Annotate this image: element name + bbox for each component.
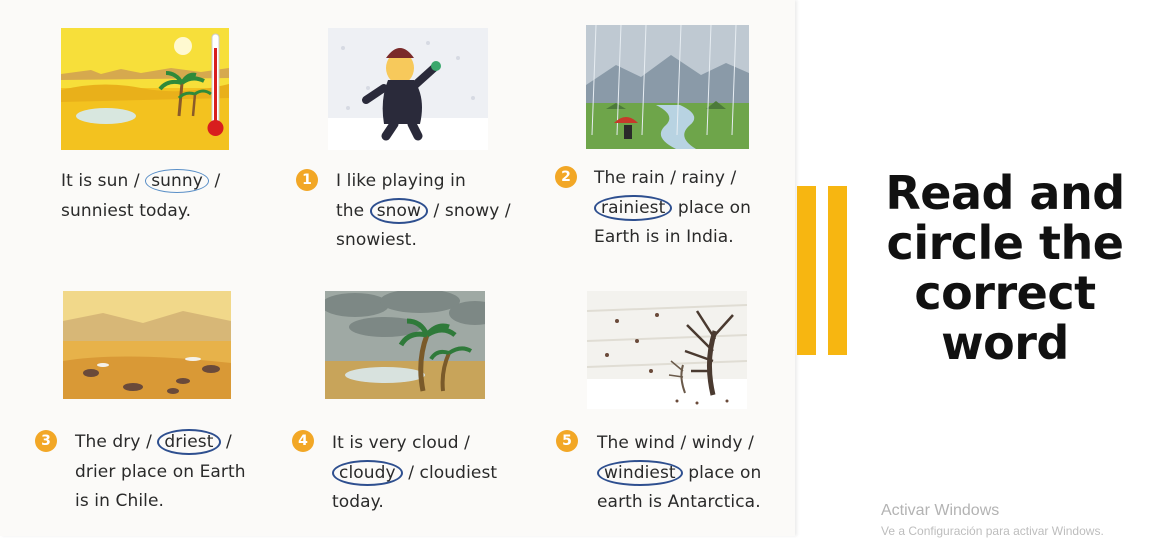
instruction-title: Read and circle the correct word [880,168,1130,368]
sentence-text: It is very cloud / [332,433,471,453]
child-in-snow-illustration [328,28,488,150]
sentence-text: the [336,200,370,221]
title-line: circle the [886,216,1124,270]
rainy-valley-illustration [586,25,749,149]
circled-answer[interactable]: windiest [597,459,683,486]
circled-answer[interactable]: cloudy [332,459,403,486]
sentence-text: Earth is in India. [594,227,734,247]
sentence-text: place on [672,197,752,218]
sunny-desert-illustration [61,28,229,150]
sentence-text: The wind / windy / [597,433,754,453]
sentence-text: / snowy / [428,200,511,221]
windy-tree-illustration [587,291,747,409]
circled-answer[interactable]: driest [157,429,221,455]
title-line: correct [914,266,1096,320]
worksheet-page: It is sun / sunny / sunniest today. 1 I … [0,0,795,536]
sentence-5: The wind / windy / windiest place on ear… [597,429,761,518]
sentence-text: sunniest today. [61,200,192,221]
sentence-text: snowiest. [336,230,417,250]
sentence-text: I like playing in [336,171,466,191]
sentence-4: It is very cloud / cloudy / cloudiest to… [332,429,497,518]
sentence-text: The rain / rainy / [594,168,737,188]
sentence-text: / cloudiest [402,462,498,483]
sentence-text: / [208,171,221,191]
sentence-2: The rain / rainy / rainiest place on Ear… [594,164,751,253]
sentence-example: It is sun / sunny / sunniest today. [61,167,220,226]
accent-bar-left [797,186,816,355]
sentence-text: / [220,432,232,452]
circled-answer[interactable]: snow [369,197,429,224]
title-line: Read and [885,166,1125,220]
sentence-text: It is sun / [61,171,146,191]
sentence-text: The dry / [75,432,158,452]
activation-watermark-title: Activar Windows [881,502,1000,519]
accent-bar-right [828,186,847,355]
sentence-text: earth is Antarctica. [597,492,761,512]
circled-answer[interactable]: rainiest [594,194,673,221]
sentence-1: I like playing in the snow / snowy / sno… [336,167,511,256]
sentence-text: drier place on Earth [75,461,246,482]
number-badge: 5 [556,430,578,452]
number-badge: 1 [296,169,318,191]
number-badge: 2 [555,166,577,188]
number-badge: 3 [35,430,57,452]
cloudy-palms-illustration [325,291,485,399]
sentence-3: The dry / driest / drier place on Earth … [75,428,246,517]
dry-desert-illustration [63,291,231,399]
title-line: word [941,316,1069,370]
sentence-text: today. [332,492,384,512]
circled-answer[interactable]: sunny [145,169,209,193]
sentence-text: is in Chile. [75,491,165,511]
number-badge: 4 [292,430,314,452]
sentence-text: place on [682,462,762,483]
